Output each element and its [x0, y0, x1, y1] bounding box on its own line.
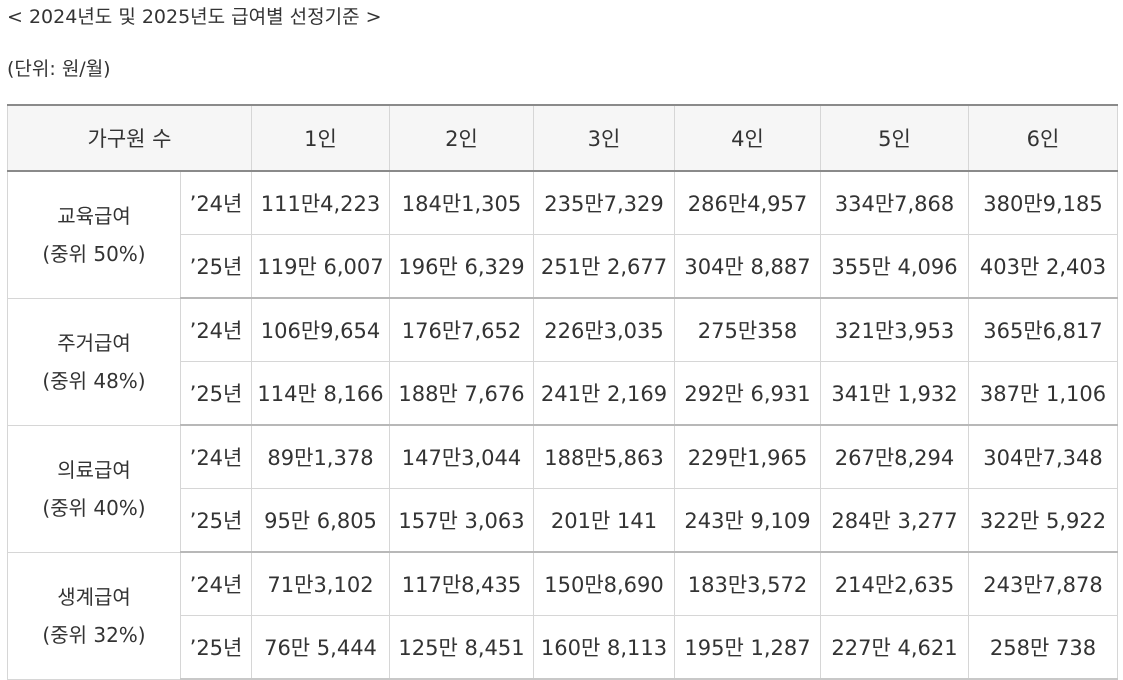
selection-criteria-table: 가구원 수 1인 2인 3인 4인 5인 6인 교육급여 (중위 50%) ’2…	[7, 104, 1118, 680]
value-cell: 251만 2,677	[533, 234, 675, 299]
value-cell: 267만8,294	[820, 424, 969, 489]
value-cell: 114만 8,166	[251, 361, 390, 426]
value-cell: 119만 6,007	[251, 234, 390, 299]
value-cell: 71만3,102	[251, 551, 390, 616]
value-cell: 176만7,652	[389, 297, 534, 362]
year-cell: ’25년	[180, 615, 252, 680]
category-name: 교육급여	[57, 203, 131, 228]
category-cell-medical: 의료급여 (중위 40%)	[7, 424, 181, 553]
value-cell: 195만 1,287	[674, 615, 821, 680]
value-cell: 341만 1,932	[820, 361, 969, 426]
table-row: 주거급여 (중위 48%) ’24년 106만9,654 176만7,652 2…	[7, 297, 1118, 426]
value-cell: 227만 4,621	[820, 615, 969, 680]
value-cell: 243만7,878	[968, 551, 1118, 616]
category-cell-housing: 주거급여 (중위 48%)	[7, 297, 181, 426]
value-cell: 355만 4,096	[820, 234, 969, 299]
category-ratio: (중위 50%)	[42, 241, 146, 266]
value-cell: 229만1,965	[674, 424, 821, 489]
value-cell: 201만 141	[533, 488, 675, 553]
category-ratio: (중위 32%)	[42, 622, 146, 647]
value-cell: 334만7,868	[820, 170, 969, 235]
value-cell: 365만6,817	[968, 297, 1118, 362]
value-cell: 304만7,348	[968, 424, 1118, 489]
header-6-person: 6인	[968, 104, 1118, 172]
value-cell: 292만 6,931	[674, 361, 821, 426]
value-cell: 95만 6,805	[251, 488, 390, 553]
value-cell: 76만 5,444	[251, 615, 390, 680]
value-cell: 235만7,329	[533, 170, 675, 235]
table-row: 생계급여 (중위 32%) ’24년 71만3,102 117만8,435 15…	[7, 551, 1118, 680]
value-cell: 322만 5,922	[968, 488, 1118, 553]
year-cell: ’24년	[180, 297, 252, 362]
value-cell: 150만8,690	[533, 551, 675, 616]
value-cell: 147만3,044	[389, 424, 534, 489]
table-row: 의료급여 (중위 40%) ’24년 89만1,378 147만3,044 18…	[7, 424, 1118, 553]
category-cell-livelihood: 생계급여 (중위 32%)	[7, 551, 181, 680]
value-cell: 196만 6,329	[389, 234, 534, 299]
value-cell: 111만4,223	[251, 170, 390, 235]
value-cell: 226만3,035	[533, 297, 675, 362]
year-cell: ’24년	[180, 170, 252, 235]
value-cell: 275만358	[674, 297, 821, 362]
year-cell: ’24년	[180, 424, 252, 489]
table-caption: < 2024년도 및 2025년도 급여별 선정기준 >	[7, 6, 382, 28]
header-2-person: 2인	[389, 104, 534, 172]
value-cell: 183만3,572	[674, 551, 821, 616]
value-cell: 258만 738	[968, 615, 1118, 680]
value-cell: 89만1,378	[251, 424, 390, 489]
header-4-person: 4인	[674, 104, 821, 172]
year-cell: ’24년	[180, 551, 252, 616]
value-cell: 106만9,654	[251, 297, 390, 362]
value-cell: 241만 2,169	[533, 361, 675, 426]
year-cell: ’25년	[180, 361, 252, 426]
value-cell: 284만 3,277	[820, 488, 969, 553]
value-cell: 214만2,635	[820, 551, 969, 616]
category-ratio: (중위 48%)	[42, 368, 146, 393]
value-cell: 387만 1,106	[968, 361, 1118, 426]
year-cell: ’25년	[180, 234, 252, 299]
value-cell: 243만 9,109	[674, 488, 821, 553]
category-ratio: (중위 40%)	[42, 495, 146, 520]
header-5-person: 5인	[820, 104, 969, 172]
value-cell: 157만 3,063	[389, 488, 534, 553]
value-cell: 184만1,305	[389, 170, 534, 235]
category-name: 주거급여	[57, 330, 131, 355]
value-cell: 286만4,957	[674, 170, 821, 235]
value-cell: 321만3,953	[820, 297, 969, 362]
category-name: 의료급여	[57, 457, 131, 482]
table-row: 교육급여 (중위 50%) ’24년 111만4,223 184만1,305 2…	[7, 170, 1118, 299]
value-cell: 160만 8,113	[533, 615, 675, 680]
category-name: 생계급여	[57, 584, 131, 609]
header-1-person: 1인	[251, 104, 390, 172]
value-cell: 125만 8,451	[389, 615, 534, 680]
category-cell-education: 교육급여 (중위 50%)	[7, 170, 181, 299]
header-row: 가구원 수 1인 2인 3인 4인 5인 6인	[7, 104, 1118, 172]
value-cell: 188만 7,676	[389, 361, 534, 426]
value-cell: 380만9,185	[968, 170, 1118, 235]
header-3-person: 3인	[533, 104, 675, 172]
year-cell: ’25년	[180, 488, 252, 553]
value-cell: 403만 2,403	[968, 234, 1118, 299]
value-cell: 117만8,435	[389, 551, 534, 616]
value-cell: 188만5,863	[533, 424, 675, 489]
unit-note: (단위: 원/월)	[7, 58, 111, 80]
value-cell: 304만 8,887	[674, 234, 821, 299]
header-household-size: 가구원 수	[7, 104, 252, 172]
